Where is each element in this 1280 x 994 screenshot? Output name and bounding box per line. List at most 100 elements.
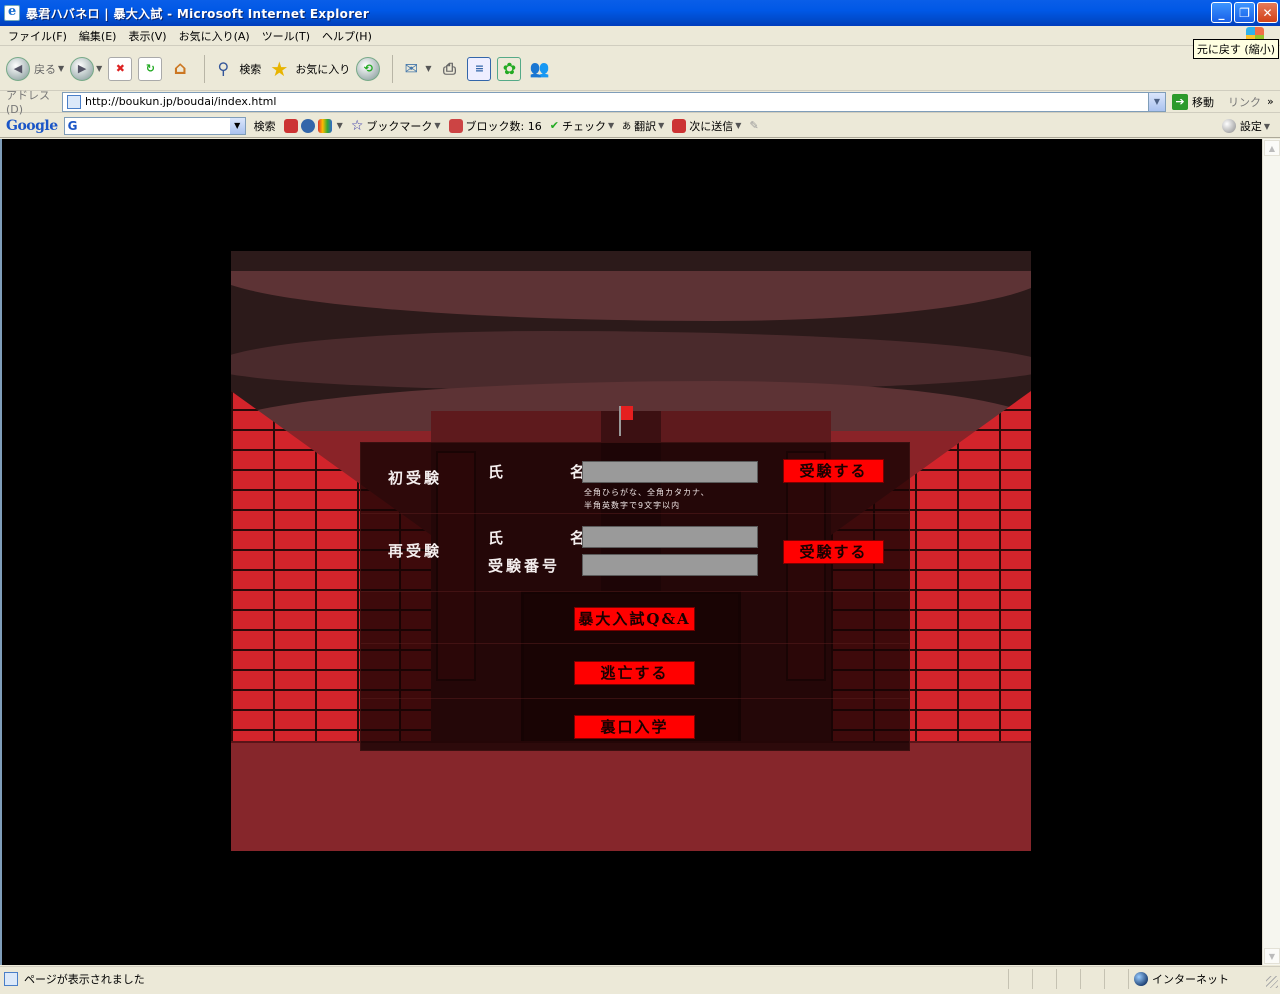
minimize-button[interactable]: _	[1211, 2, 1232, 23]
forward-button[interactable]: ▶ ▼	[70, 56, 102, 81]
google-icons[interactable]: ▼	[283, 118, 343, 133]
scroll-down-icon[interactable]: ▼	[1264, 948, 1280, 964]
first-name-input[interactable]	[582, 461, 758, 483]
divider	[361, 513, 909, 514]
re-exam-label: 再受験	[388, 542, 443, 560]
chevron-right-icon[interactable]: »	[1267, 95, 1274, 108]
restore-button[interactable]: ❐	[1234, 2, 1255, 23]
translate-button[interactable]: あ 翻訳 ▼	[622, 118, 664, 134]
menu-edit[interactable]: 編集(E)	[79, 28, 117, 44]
popup-blocker-button[interactable]: ブロック数: 16	[448, 118, 542, 134]
dropdown-arrow-icon: ▼	[735, 121, 742, 130]
send-icon	[672, 118, 687, 133]
dropdown-arrow-icon[interactable]: ▼	[58, 64, 64, 73]
stop-icon: ✖	[108, 56, 133, 81]
refresh-button[interactable]: ↻	[138, 56, 163, 81]
resize-grip-icon[interactable]	[1266, 976, 1278, 988]
page-icon	[67, 94, 81, 109]
status-segment	[1008, 969, 1009, 989]
back-button[interactable]: ◀ 戻る ▼	[6, 56, 64, 81]
menu-bar: ファイル(F) 編集(E) 表示(V) お気に入り(A) ツール(T) ヘルプ(…	[0, 26, 1280, 46]
divider	[361, 643, 909, 644]
google-dropdown-icon[interactable]: ▼	[229, 117, 245, 134]
site-icon[interactable]	[317, 118, 332, 133]
favorites-button[interactable]: ★ お気に入り	[267, 57, 350, 81]
dropdown-arrow-icon[interactable]: ▼	[96, 64, 102, 73]
first-exam-label: 初受験	[388, 469, 443, 487]
news-icon[interactable]	[283, 118, 298, 133]
menu-file[interactable]: ファイル(F)	[8, 28, 67, 44]
google-logo[interactable]: Google	[6, 118, 58, 134]
dropdown-arrow-icon: ▼	[658, 121, 665, 130]
first-exam-submit-button[interactable]: 受験する	[783, 459, 884, 483]
backdoor-button[interactable]: 裏口入学	[574, 715, 695, 739]
dropdown-arrow-icon[interactable]: ▼	[337, 121, 343, 130]
print-icon: ⎙	[443, 58, 456, 78]
status-segment	[1104, 969, 1105, 989]
toolbar-separator	[204, 54, 206, 83]
globe-icon[interactable]	[300, 118, 315, 133]
menu-view[interactable]: 表示(V)	[128, 28, 166, 44]
name-rule-note: 全角ひらがな、全角カタカナ、 半角英数字で9文字以内	[584, 488, 710, 510]
scroll-up-icon[interactable]: ▲	[1264, 140, 1280, 156]
dropdown-arrow-icon[interactable]: ▼	[425, 64, 431, 73]
google-g-icon: G	[67, 118, 78, 133]
close-button[interactable]: ✕	[1257, 2, 1278, 23]
page-viewport: 初受験 氏 名 全角ひらがな、全角カタカナ、 半角英数字で9文字以内 受験する …	[0, 139, 1262, 965]
re-exam-submit-button[interactable]: 受験する	[783, 540, 884, 564]
address-dropdown-icon[interactable]: ▼	[1148, 92, 1165, 111]
send-to-button[interactable]: 次に送信 ▼	[672, 118, 741, 134]
bookmarks-button[interactable]: ☆ ブックマーク ▼	[351, 118, 441, 134]
status-segment	[1032, 969, 1033, 989]
star-icon: ★	[270, 56, 289, 81]
messenger-button[interactable]: 👥	[527, 57, 551, 81]
google-search-input[interactable]: G ▼	[63, 116, 246, 135]
status-segment	[1080, 969, 1081, 989]
edit-button[interactable]: ≡	[467, 56, 492, 81]
mail-button[interactable]: ✉ ▼	[399, 57, 432, 81]
window-titlebar: 暴君ハバネロ | 暴大入試 - Microsoft Internet Explo…	[0, 0, 1280, 26]
home-icon: ⌂	[173, 58, 187, 79]
history-button[interactable]: ⟲	[356, 56, 381, 81]
vertical-scrollbar[interactable]: ▲ ▼	[1262, 139, 1280, 965]
dropdown-arrow-icon: ▼	[1263, 121, 1270, 131]
history-icon: ⟲	[356, 56, 381, 81]
ground	[231, 741, 1031, 851]
icq-button[interactable]: ✿	[497, 56, 522, 81]
google-toolbar: Google G ▼ 検索 ▼ ☆ ブックマーク ▼ ブロック数: 16 ✔ チ…	[0, 114, 1280, 138]
refresh-icon: ↻	[138, 56, 163, 81]
exam-number-input[interactable]	[582, 554, 758, 576]
google-search-button[interactable]: 検索	[254, 118, 276, 134]
home-button[interactable]: ⌂	[168, 57, 192, 81]
exam-number-label: 受験番号	[488, 557, 561, 575]
divider	[361, 698, 909, 699]
settings-ball-icon	[1221, 119, 1236, 133]
red-flag	[621, 406, 633, 420]
standard-toolbar: ◀ 戻る ▼ ▶ ▼ ✖ ↻ ⌂ ⚲ 検索 ★ お気に入り ⟲ ✉ ▼ ⎙ ≡ …	[0, 47, 1280, 91]
internet-globe-icon	[1134, 972, 1148, 986]
page-done-icon	[4, 971, 18, 986]
mail-icon: ✉	[404, 59, 419, 78]
menu-help[interactable]: ヘルプ(H)	[322, 28, 372, 44]
go-button[interactable]: ➔ 移動	[1172, 93, 1214, 110]
re-name-input[interactable]	[582, 526, 758, 548]
google-settings-button[interactable]: 設定 ▼	[1221, 118, 1270, 134]
search-icon: ⚲	[217, 59, 230, 78]
links-button[interactable]: リンク	[1228, 94, 1261, 110]
escape-button[interactable]: 逃亡する	[574, 661, 695, 685]
stop-button[interactable]: ✖	[108, 56, 133, 81]
spellcheck-button[interactable]: ✔ チェック ▼	[550, 118, 614, 134]
highlight-button[interactable]: ✎	[749, 119, 758, 132]
status-segment	[1056, 969, 1057, 989]
menu-tools[interactable]: ツール(T)	[262, 28, 310, 44]
print-button[interactable]: ⎙	[437, 57, 461, 81]
address-input[interactable]: http://boukun.jp/boudai/index.html ▼	[62, 91, 1166, 112]
qa-button[interactable]: 暴大入試Q&A	[574, 607, 695, 631]
menu-favorites[interactable]: お気に入り(A)	[179, 28, 250, 44]
search-button[interactable]: ⚲ 検索	[211, 57, 261, 81]
restore-tooltip: 元に戻す (縮小)	[1192, 39, 1279, 59]
blocker-icon	[448, 118, 463, 133]
address-bar: アドレス(D) http://boukun.jp/boudai/index.ht…	[0, 89, 1280, 116]
status-segment	[1128, 969, 1129, 989]
address-url[interactable]: http://boukun.jp/boudai/index.html	[85, 95, 276, 108]
